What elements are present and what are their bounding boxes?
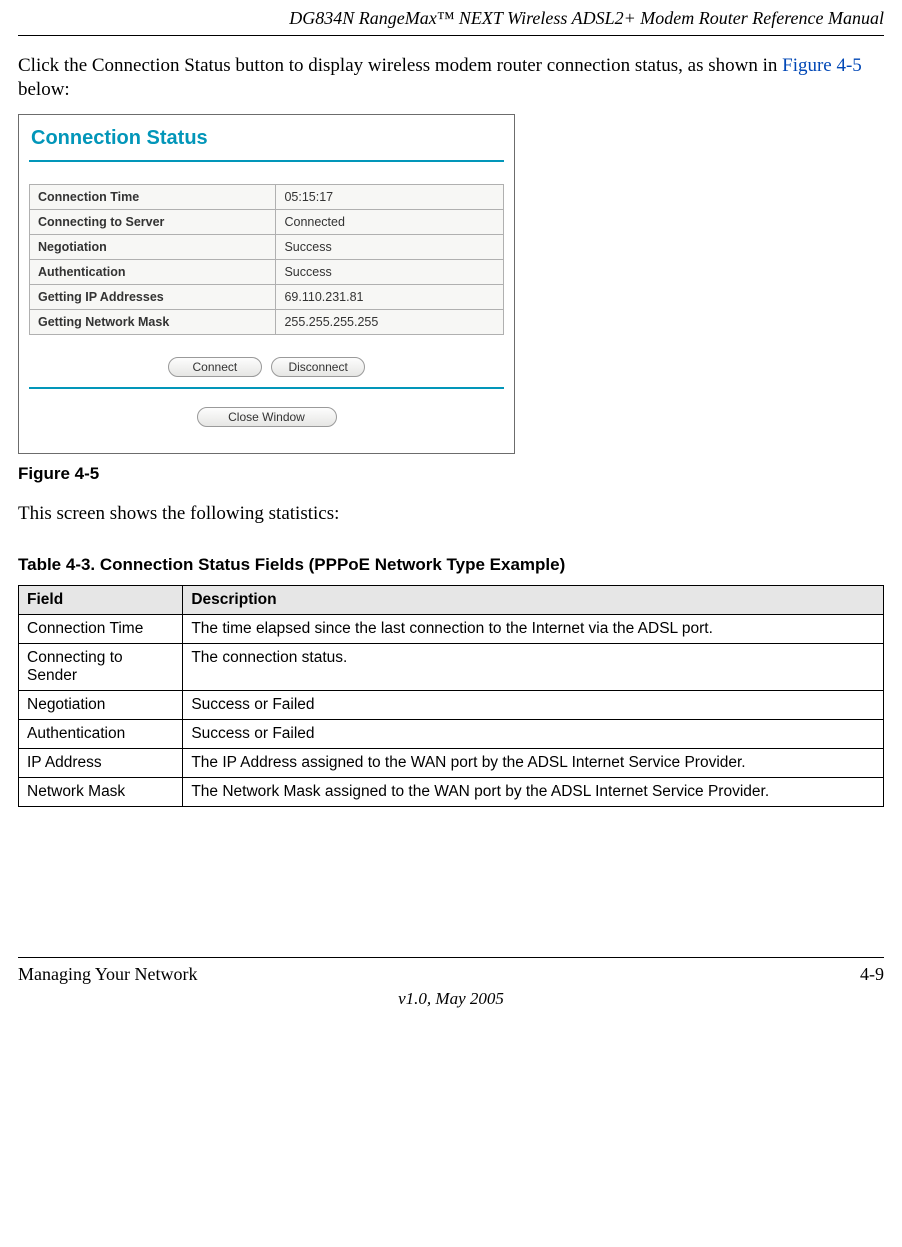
cell-field: Network Mask: [19, 778, 183, 807]
connection-status-title: Connection Status: [29, 121, 504, 160]
connection-status-table: Connection Time05:15:17 Connecting to Se…: [29, 184, 504, 335]
cell-field: IP Address: [19, 749, 183, 778]
cs-rule-top: [29, 160, 504, 162]
status-value: 05:15:17: [276, 184, 504, 209]
header-description: Description: [183, 586, 884, 615]
status-row: AuthenticationSuccess: [30, 259, 504, 284]
status-value: Connected: [276, 209, 504, 234]
cell-field: Connecting to Sender: [19, 644, 183, 691]
table-row: IP AddressThe IP Address assigned to the…: [19, 749, 884, 778]
close-window-button[interactable]: Close Window: [197, 407, 337, 427]
cell-field: Authentication: [19, 720, 183, 749]
status-value: Success: [276, 259, 504, 284]
status-label: Negotiation: [30, 234, 276, 259]
cell-description: Success or Failed: [183, 691, 884, 720]
description-table: Field Description Connection TimeThe tim…: [18, 585, 884, 807]
cell-description: The time elapsed since the last connecti…: [183, 615, 884, 644]
footer-rule: [18, 957, 884, 958]
status-row: Getting Network Mask255.255.255.255: [30, 309, 504, 334]
status-row: Connecting to ServerConnected: [30, 209, 504, 234]
footer-center: v1.0, May 2005: [18, 989, 884, 1009]
button-row-2: Close Window: [29, 405, 504, 427]
status-label: Authentication: [30, 259, 276, 284]
after-figure-text: This screen shows the following statisti…: [18, 502, 884, 526]
intro-paragraph: Click the Connection Status button to di…: [18, 54, 884, 102]
status-value: Success: [276, 234, 504, 259]
connect-button[interactable]: Connect: [168, 357, 262, 377]
cell-description: Success or Failed: [183, 720, 884, 749]
cell-field: Negotiation: [19, 691, 183, 720]
status-label: Connection Time: [30, 184, 276, 209]
status-value: 255.255.255.255: [276, 309, 504, 334]
connection-status-screenshot: Connection Status Connection Time05:15:1…: [18, 114, 515, 454]
cell-description: The connection status.: [183, 644, 884, 691]
button-row-1: Connect Disconnect: [29, 355, 504, 377]
table-row: Connecting to SenderThe connection statu…: [19, 644, 884, 691]
status-label: Getting IP Addresses: [30, 284, 276, 309]
status-row: NegotiationSuccess: [30, 234, 504, 259]
footer-left: Managing Your Network: [18, 964, 198, 985]
status-label: Getting Network Mask: [30, 309, 276, 334]
cell-description: The Network Mask assigned to the WAN por…: [183, 778, 884, 807]
table-row: AuthenticationSuccess or Failed: [19, 720, 884, 749]
status-row: Getting IP Addresses69.110.231.81: [30, 284, 504, 309]
status-row: Connection Time05:15:17: [30, 184, 504, 209]
cell-description: The IP Address assigned to the WAN port …: [183, 749, 884, 778]
table-row: Network MaskThe Network Mask assigned to…: [19, 778, 884, 807]
cs-rule-bottom: [29, 387, 504, 389]
figure-caption: Figure 4-5: [18, 464, 884, 484]
status-label: Connecting to Server: [30, 209, 276, 234]
doc-header-title: DG834N RangeMax™ NEXT Wireless ADSL2+ Mo…: [18, 0, 884, 35]
cell-field: Connection Time: [19, 615, 183, 644]
status-value: 69.110.231.81: [276, 284, 504, 309]
intro-post: below:: [18, 79, 70, 100]
disconnect-button[interactable]: Disconnect: [271, 357, 365, 377]
intro-pre: Click the Connection Status button to di…: [18, 55, 782, 76]
page-footer: Managing Your Network 4-9 v1.0, May 2005: [18, 957, 884, 1009]
header-field: Field: [19, 586, 183, 615]
figure-reference-link[interactable]: Figure 4-5: [782, 55, 862, 76]
header-rule: [18, 35, 884, 36]
table-caption: Table 4-3. Connection Status Fields (PPP…: [18, 555, 884, 575]
table-header-row: Field Description: [19, 586, 884, 615]
footer-right: 4-9: [860, 964, 884, 985]
table-row: NegotiationSuccess or Failed: [19, 691, 884, 720]
table-row: Connection TimeThe time elapsed since th…: [19, 615, 884, 644]
